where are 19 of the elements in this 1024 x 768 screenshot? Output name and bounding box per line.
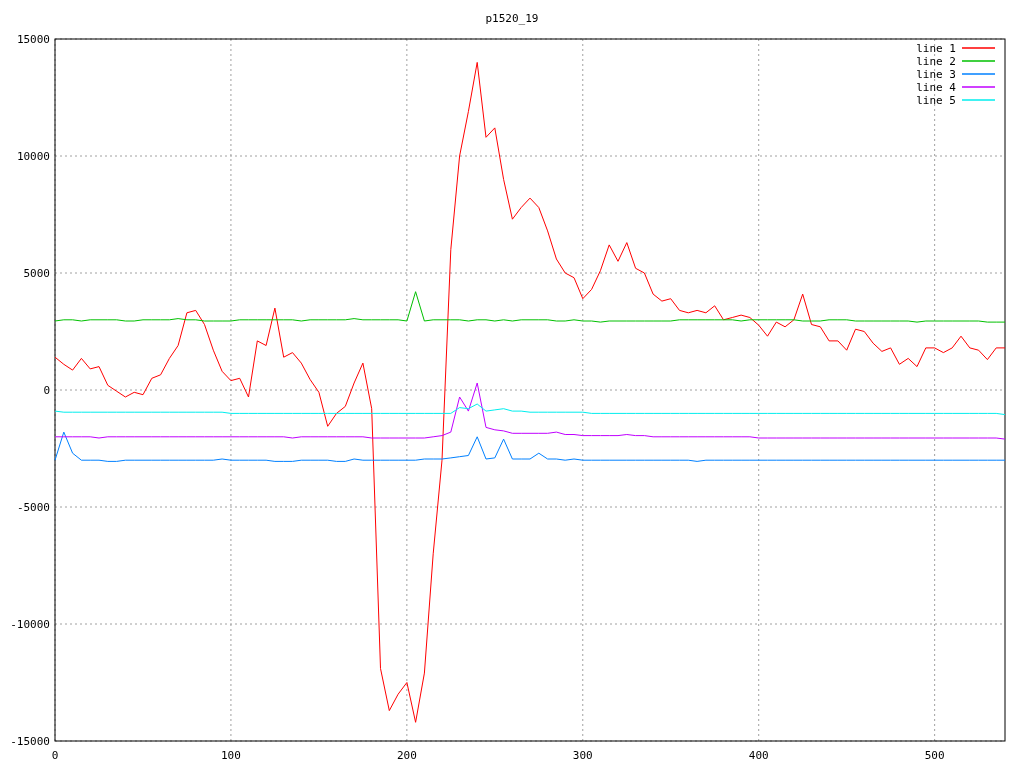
- legend-label: line 3: [916, 68, 956, 81]
- legend-label: line 2: [916, 55, 956, 68]
- legend-label: line 5: [916, 94, 956, 107]
- x-tick-label: 300: [572, 749, 593, 762]
- y-tick-label: 15000: [16, 33, 50, 46]
- y-tick-label: 10000: [16, 150, 50, 163]
- x-tick-label: 500: [924, 749, 945, 762]
- y-tick-label: -15000: [10, 735, 50, 748]
- legend-label: line 1: [916, 42, 956, 55]
- y-tick-label: 5000: [23, 267, 50, 280]
- x-tick-label: 200: [396, 749, 417, 762]
- x-tick-label: 400: [748, 749, 769, 762]
- y-tick-label: -10000: [10, 618, 50, 631]
- x-tick-label: 0: [51, 749, 59, 762]
- x-tick-label: 100: [221, 749, 241, 762]
- y-tick-label: -5000: [16, 501, 50, 514]
- legend-label: line 4: [916, 81, 956, 94]
- y-tick-label: 0: [43, 384, 50, 397]
- chart-title: p1520_19: [485, 12, 539, 25]
